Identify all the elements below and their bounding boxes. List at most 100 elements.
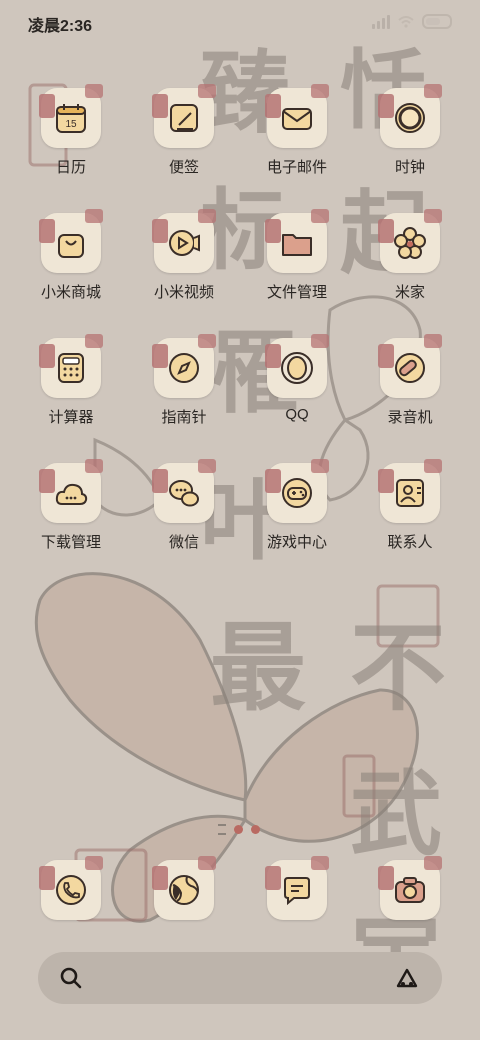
app-flower[interactable]: 米家 <box>360 209 460 302</box>
contacts-icon <box>396 479 424 507</box>
dock <box>0 856 480 940</box>
mail-icon <box>282 108 312 130</box>
dock-camera[interactable] <box>360 856 460 920</box>
app-cloud-download[interactable]: 下载管理 <box>21 459 121 552</box>
seal-decoration <box>39 866 55 890</box>
app-qq-penguin[interactable]: QQ <box>247 334 347 423</box>
phone-icon <box>56 875 86 905</box>
dock-messages[interactable] <box>247 856 347 920</box>
seal-decoration <box>424 856 442 870</box>
seal-decoration <box>39 469 55 493</box>
app-icon-tile[interactable] <box>378 84 442 148</box>
app-calculator[interactable]: 计算器 <box>21 334 121 427</box>
seal-decoration <box>424 459 442 473</box>
wifi-icon <box>398 15 414 28</box>
notes-icon <box>170 104 198 132</box>
app-label: 便签 <box>168 159 199 176</box>
gamepad-icon <box>282 478 312 508</box>
seal-decoration <box>378 469 394 493</box>
calligraphy-char: 武 <box>350 760 443 868</box>
calligraphy-char: 不 <box>350 611 446 724</box>
app-recorder[interactable]: 录音机 <box>360 334 460 427</box>
seal-decoration <box>152 219 168 243</box>
app-icon-tile[interactable] <box>378 856 442 920</box>
seal-decoration <box>378 866 394 890</box>
app-icon-tile[interactable] <box>378 334 442 398</box>
app-icon-tile[interactable] <box>265 856 329 920</box>
signal-icon <box>372 14 390 29</box>
app-notes[interactable]: 便签 <box>134 84 234 177</box>
app-icon-tile[interactable]: 15 <box>39 84 103 148</box>
app-icon-tile[interactable] <box>39 334 103 398</box>
app-label: 下载管理 <box>40 534 101 551</box>
app-icon-tile[interactable] <box>39 856 103 920</box>
app-calendar[interactable]: 15 日历 <box>21 84 121 177</box>
app-icon-tile[interactable] <box>265 459 329 523</box>
seal-decoration <box>152 866 168 890</box>
app-icon-tile[interactable] <box>265 334 329 398</box>
seal-decoration <box>198 84 216 98</box>
seal-decoration <box>198 334 216 348</box>
dock-browser-globe[interactable] <box>134 856 234 920</box>
app-icon-tile[interactable] <box>152 856 216 920</box>
camera-icon <box>395 877 425 903</box>
app-icon-tile[interactable] <box>378 209 442 273</box>
page-dot[interactable] <box>251 825 260 834</box>
seal-decoration <box>424 84 442 98</box>
seal-decoration <box>39 219 55 243</box>
video-camera-icon <box>169 230 200 256</box>
app-icon-tile[interactable] <box>39 209 103 273</box>
calendar-day-text: 15 <box>65 119 77 130</box>
seal-decoration <box>311 84 329 98</box>
search-icon[interactable] <box>58 965 84 991</box>
assistant-icon[interactable] <box>394 965 420 991</box>
app-label: 文件管理 <box>266 284 327 301</box>
app-folder[interactable]: 文件管理 <box>247 209 347 302</box>
dock-phone[interactable] <box>21 856 121 920</box>
app-icon-tile[interactable] <box>152 84 216 148</box>
seal-decoration <box>265 469 281 493</box>
page-dot-menu[interactable] <box>218 824 226 835</box>
seal-decoration <box>198 209 216 223</box>
search-bar[interactable] <box>38 952 442 1004</box>
app-gamepad[interactable]: 游戏中心 <box>247 459 347 552</box>
flower-icon <box>394 227 426 259</box>
app-icon-tile[interactable] <box>152 459 216 523</box>
cloud-download-icon <box>55 483 88 505</box>
app-label: 时钟 <box>394 159 425 176</box>
seal-decoration <box>85 856 103 870</box>
seal-decoration <box>378 219 394 243</box>
app-icon-tile[interactable] <box>265 84 329 148</box>
app-contacts[interactable]: 联系人 <box>360 459 460 552</box>
browser-globe-icon <box>169 875 199 905</box>
seal-decoration <box>152 344 168 368</box>
page-dot-active[interactable] <box>234 825 243 834</box>
app-shopping-bag[interactable]: 小米商城 <box>21 209 121 302</box>
app-compass[interactable]: 指南针 <box>134 334 234 427</box>
seal-decoration <box>85 84 103 98</box>
app-mail[interactable]: 电子邮件 <box>247 84 347 177</box>
app-icon-tile[interactable] <box>378 459 442 523</box>
clock-icon <box>395 103 425 133</box>
status-time: 凌晨2:36 <box>28 18 93 35</box>
seal-decoration <box>39 94 55 118</box>
app-video-camera[interactable]: 小米视频 <box>134 209 234 302</box>
app-icon-tile[interactable] <box>39 459 103 523</box>
app-label: 录音机 <box>387 409 433 426</box>
app-label: 小米视频 <box>153 284 214 301</box>
seal-decoration <box>152 469 168 493</box>
app-icon-tile[interactable] <box>152 209 216 273</box>
seal-decoration <box>85 209 103 223</box>
seal-decoration <box>85 459 103 473</box>
seal-decoration <box>378 344 394 368</box>
app-wechat[interactable]: 微信 <box>134 459 234 552</box>
app-clock[interactable]: 时钟 <box>360 84 460 177</box>
recorder-icon <box>395 353 425 383</box>
app-icon-tile[interactable] <box>265 209 329 273</box>
wechat-icon <box>169 480 199 507</box>
app-icon-tile[interactable] <box>152 334 216 398</box>
seal-decoration <box>311 856 329 870</box>
seal-decoration <box>424 209 442 223</box>
seal-decoration <box>39 344 55 368</box>
app-label: 米家 <box>394 284 425 301</box>
